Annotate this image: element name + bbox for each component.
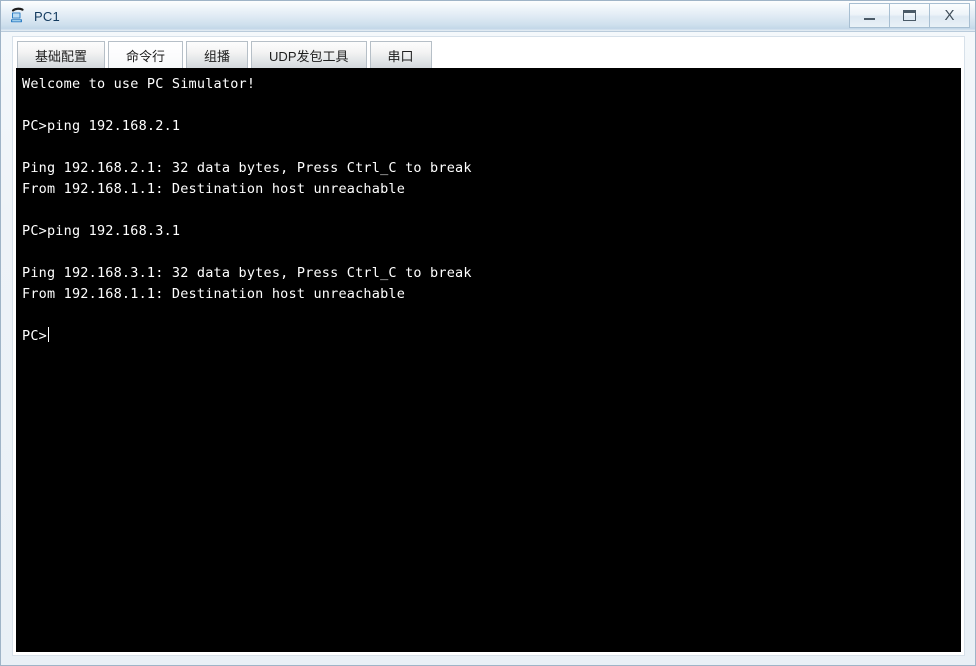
window-controls: X: [849, 3, 970, 28]
terminal-line: Ping 192.168.2.1: 32 data bytes, Press C…: [22, 160, 472, 176]
tab-label: UDP发包工具: [269, 48, 349, 64]
terminal-line: From 192.168.1.1: Destination host unrea…: [22, 181, 406, 197]
tab-command-line[interactable]: 命令行: [108, 41, 184, 68]
terminal-console[interactable]: Welcome to use PC Simulator! PC>ping 192…: [16, 68, 961, 652]
terminal-line: PC>ping 192.168.3.1: [22, 223, 181, 239]
maximize-button[interactable]: [889, 3, 930, 28]
close-button[interactable]: X: [929, 3, 970, 28]
terminal-line: From 192.168.1.1: Destination host unrea…: [22, 286, 406, 302]
terminal-container: Welcome to use PC Simulator! PC>ping 192…: [13, 68, 964, 655]
tab-label: 组播: [204, 48, 231, 64]
terminal-line: Ping 192.168.3.1: 32 data bytes, Press C…: [22, 265, 472, 281]
tab-udp-packet-tool[interactable]: UDP发包工具: [251, 41, 367, 68]
minimize-icon: [864, 17, 875, 20]
terminal-prompt-line: PC>: [22, 326, 957, 347]
content-panel: 基础配置 命令行 组播 UDP发包工具 串口 Welcome to use PC…: [12, 36, 965, 656]
pc-simulator-icon: [10, 7, 28, 25]
minimize-button[interactable]: [849, 3, 890, 28]
tab-label: 基础配置: [35, 48, 88, 64]
tab-multicast[interactable]: 组播: [186, 41, 249, 68]
pc1-window: PC1 X 基础配置 命令行 组播 UDP发包工具 串口 Welcome to …: [0, 0, 976, 666]
close-icon: X: [944, 7, 955, 24]
tab-serial-port[interactable]: 串口: [369, 41, 432, 68]
tab-basic-config[interactable]: 基础配置: [17, 41, 106, 68]
tab-label: 串口: [387, 48, 414, 64]
terminal-line: Welcome to use PC Simulator!: [22, 76, 256, 92]
tab-label: 命令行: [126, 48, 166, 64]
title-bar[interactable]: PC1 X: [1, 1, 975, 32]
tab-strip: 基础配置 命令行 组播 UDP发包工具 串口: [13, 37, 964, 68]
terminal-line: PC>ping 192.168.2.1: [22, 118, 181, 134]
terminal-cursor: [47, 327, 49, 342]
window-body: 基础配置 命令行 组播 UDP发包工具 串口 Welcome to use PC…: [1, 32, 975, 665]
terminal-prompt: PC>: [22, 328, 47, 344]
maximize-icon: [903, 10, 916, 21]
window-title: PC1: [34, 8, 60, 24]
